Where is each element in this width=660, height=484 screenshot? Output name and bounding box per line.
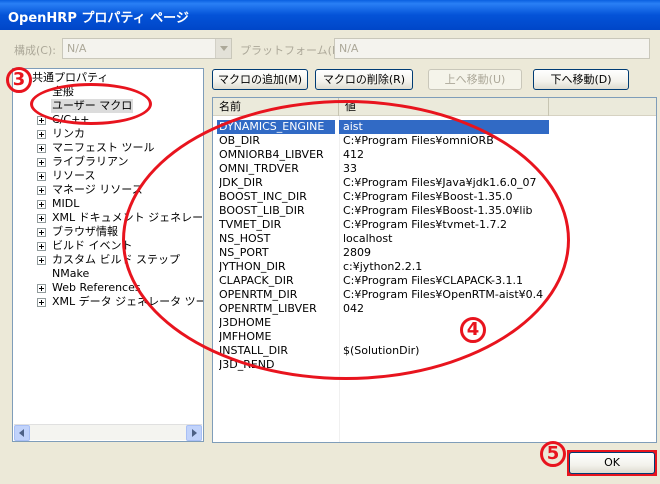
ok-button[interactable]: OK (569, 452, 655, 474)
platform-label: プラットフォーム(P): (240, 44, 347, 57)
configuration-label: 構成(C): (14, 44, 56, 57)
scroll-left-icon[interactable] (14, 425, 30, 441)
expand-icon[interactable] (37, 144, 46, 153)
tree-horizontal-scrollbar[interactable] (14, 424, 202, 441)
expand-icon[interactable] (37, 298, 46, 307)
annotation-five: 5 (540, 440, 566, 467)
config-row: 構成(C): N/A プラットフォーム(P): N/A (0, 38, 660, 60)
move-up-button[interactable]: 上へ移動(U) (428, 69, 522, 90)
add-macro-button[interactable]: マクロの追加(M) (212, 69, 308, 90)
window-title: OpenHRP プロパティ ページ (0, 0, 660, 30)
annotation-ellipse-grid (122, 100, 570, 380)
expand-icon[interactable] (37, 200, 46, 209)
expand-icon[interactable] (37, 214, 46, 223)
configuration-value: N/A (67, 42, 87, 55)
annotation-four: 4 (460, 316, 486, 343)
expand-icon[interactable] (37, 186, 46, 195)
chevron-down-icon[interactable] (215, 39, 231, 58)
annotation-ellipse-user-macro (30, 83, 152, 125)
expand-icon[interactable] (37, 172, 46, 181)
annotation-three: 3 (6, 66, 32, 93)
delete-macro-button[interactable]: マクロの削除(R) (315, 69, 413, 90)
expand-icon[interactable] (37, 158, 46, 167)
expand-icon[interactable] (37, 242, 46, 251)
expand-icon[interactable] (37, 228, 46, 237)
platform-combo[interactable]: N/A (334, 38, 650, 59)
expand-icon[interactable] (37, 284, 46, 293)
scroll-right-icon[interactable] (186, 425, 202, 441)
expand-icon[interactable] (37, 256, 46, 265)
move-down-button[interactable]: 下へ移動(D) (533, 69, 629, 90)
configuration-combo[interactable]: N/A (62, 38, 232, 59)
platform-value: N/A (339, 42, 359, 55)
expand-icon[interactable] (37, 130, 46, 139)
